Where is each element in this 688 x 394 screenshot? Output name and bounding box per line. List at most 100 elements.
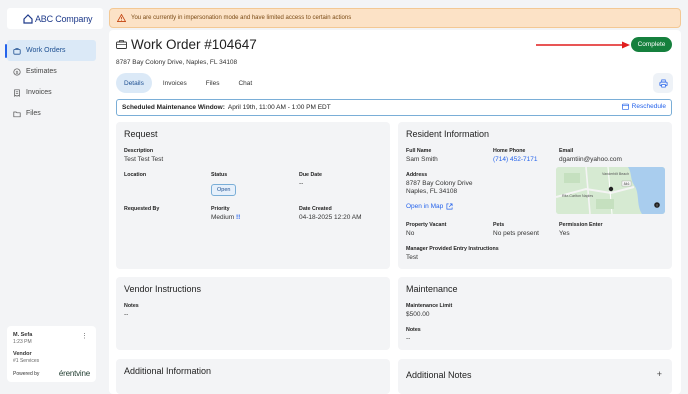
additional-information-title: Additional Information <box>124 366 212 376</box>
reschedule-button[interactable]: Reschedule <box>621 103 666 110</box>
impersonation-alert: You are currently in impersonation mode … <box>109 8 681 28</box>
maintenance-card: Maintenance Maintenance Limit $500.00 No… <box>398 277 672 350</box>
requested-by-label: Requested By <box>124 206 160 212</box>
resident-fields-2: Property Vacant No Pets No pets present … <box>406 222 664 237</box>
sidebar-item-label: Work Orders <box>26 47 66 54</box>
user-name: M. Sefa <box>13 332 33 338</box>
briefcase-icon <box>116 40 127 49</box>
work-order-panel: Work Order #104647 8787 Bay Colony Drive… <box>109 30 681 394</box>
status-label: Status <box>211 172 228 178</box>
entry-instructions-block: Manager Provided Entry Instructions Test <box>406 246 664 261</box>
vendor-notes-value: -- <box>124 311 129 318</box>
email-value: dgamtiin@yahoo.com <box>559 156 622 163</box>
status-badge: Open <box>211 184 237 196</box>
home-phone-link[interactable]: (714) 452-7171 <box>493 156 559 163</box>
page-title: Work Order #104647 <box>131 37 257 52</box>
additional-notes-title: Additional Notes <box>406 370 472 380</box>
tab-bar: Details Invoices Files Chat <box>116 73 263 93</box>
request-title: Request <box>124 129 158 139</box>
maintenance-notes-value: -- <box>406 335 411 342</box>
full-name-label: Full Name <box>406 148 432 154</box>
request-fields: Location Status Open Due Date -- <box>124 172 382 196</box>
sidebar-item-label: Estimates <box>26 68 57 75</box>
maintenance-limit-label: Maintenance Limit <box>406 303 453 309</box>
pets-label: Pets <box>493 222 505 228</box>
resident-fields: Full Name Sam Smith Home Phone (714) 452… <box>406 148 664 163</box>
tab-invoices[interactable]: Invoices <box>155 73 195 93</box>
external-link-icon <box>446 203 453 210</box>
vendor-instructions-card: Vendor Instructions Notes -- <box>116 277 390 350</box>
add-note-button[interactable]: + <box>657 369 662 379</box>
full-name-value: Sam Smith <box>406 156 438 163</box>
maintenance-limit-value: $500.00 <box>406 311 430 318</box>
dollar-circle-icon: $ <box>13 67 21 75</box>
sidebar-item-label: Files <box>26 110 41 117</box>
entry-instructions-value: Test <box>406 254 418 261</box>
main-area: You are currently in impersonation mode … <box>109 8 681 394</box>
logo-text: ABC Company <box>35 13 93 24</box>
property-address: 8787 Bay Colony Drive, Naples, FL 34108 <box>116 59 238 66</box>
schedule-label: Scheduled Maintenance Window: <box>122 104 225 111</box>
pets-value: No pets present <box>493 230 539 237</box>
calendar-icon <box>621 103 629 110</box>
home-phone-label: Home Phone <box>493 148 526 154</box>
sidebar-item-invoices[interactable]: Invoices <box>7 82 96 103</box>
request-fields-2: Requested By Priority Medium !! Date Cre… <box>124 206 382 221</box>
description-label: Description <box>124 148 154 154</box>
description-value: Test Test Test <box>124 156 164 163</box>
powered-by: Powered by érentvine <box>13 369 90 378</box>
page-header: Work Order #104647 <box>116 37 257 52</box>
sidebar-nav: Work Orders $ Estimates Invoices Files <box>5 40 96 124</box>
sidebar-item-files[interactable]: Files <box>7 103 96 124</box>
location-label: Location <box>124 172 147 178</box>
map-place-label-2: Ritz-Carlton Naples <box>562 194 593 198</box>
red-arrow-annotation <box>536 41 630 49</box>
folder-icon <box>13 111 21 117</box>
alert-text: You are currently in impersonation mode … <box>131 15 352 21</box>
request-card: Request Description Test Test Test Locat… <box>116 122 390 269</box>
reschedule-label: Reschedule <box>631 103 666 110</box>
complete-button[interactable]: Complete <box>631 37 672 52</box>
schedule-banner: Scheduled Maintenance Window: April 19th… <box>116 99 672 116</box>
tab-files[interactable]: Files <box>198 73 228 93</box>
user-time: 1:23 PM <box>13 339 32 345</box>
permission-enter-label: Permission Enter <box>559 222 603 228</box>
property-vacant-label: Property Vacant <box>406 222 447 228</box>
location-map[interactable]: 846 Vanderbilt Beach Ritz-Carlton Naples… <box>556 167 665 214</box>
rentvine-logo: érentvine <box>58 369 90 378</box>
map-place-label-1: Vanderbilt Beach <box>602 172 629 176</box>
date-created-label: Date Created <box>299 206 332 212</box>
more-options-icon[interactable]: ⋮ <box>81 332 88 340</box>
permission-enter-value: Yes <box>559 230 570 237</box>
svg-text:$: $ <box>16 69 19 75</box>
priority-label: Priority <box>211 206 230 212</box>
tab-details[interactable]: Details <box>116 73 152 93</box>
entry-instructions-label: Manager Provided Entry Instructions <box>406 246 499 252</box>
priority-text: Medium <box>211 214 235 221</box>
company-logo[interactable]: ABC Company <box>7 8 103 29</box>
due-date-value: -- <box>299 180 304 187</box>
email-label: Email <box>559 148 574 154</box>
sidebar-item-label: Invoices <box>26 89 52 96</box>
priority-value: Medium !! <box>211 214 299 221</box>
property-vacant-value: No <box>406 230 415 237</box>
map-image: 846 Vanderbilt Beach Ritz-Carlton Naples… <box>556 167 665 214</box>
printer-icon <box>658 79 668 87</box>
open-in-map-link[interactable]: Open in Map <box>406 203 453 210</box>
priority-marker: !! <box>235 214 241 221</box>
vendor-label: Vendor <box>13 351 32 357</box>
schedule-value: April 19th, 11:00 AM - 1:00 PM EDT <box>227 104 331 111</box>
open-in-map-label: Open in Map <box>406 203 444 210</box>
house-logo-icon <box>23 13 33 24</box>
sidebar-item-estimates[interactable]: $ Estimates <box>7 61 96 82</box>
print-button[interactable] <box>653 73 673 93</box>
tab-chat[interactable]: Chat <box>230 73 260 93</box>
date-created-value: 04-18-2025 12:20 AM <box>299 214 362 221</box>
vendor-instructions-title: Vendor Instructions <box>124 284 202 294</box>
map-road-label: 846 <box>624 182 630 186</box>
additional-information-card: Additional Information <box>116 359 390 394</box>
warning-icon <box>117 14 126 22</box>
maintenance-title: Maintenance <box>406 284 458 294</box>
vendor-notes-label: Notes <box>124 303 139 309</box>
sidebar-item-work-orders[interactable]: Work Orders <box>5 40 96 61</box>
